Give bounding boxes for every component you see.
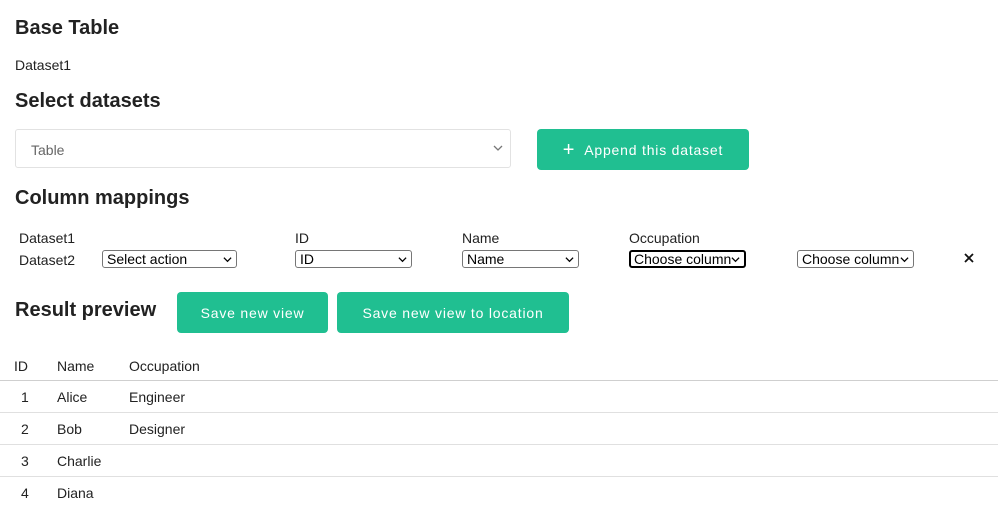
cell-name: Alice [57,389,88,405]
mapping-column-name: Name [462,230,500,246]
result-table: ID Name Occupation 1 Alice Engineer 2 Bo… [0,350,998,509]
base-dataset-name: Dataset1 [15,57,72,73]
mapping-select-extra-value: Choose column [802,251,900,267]
cell-id: 2 [21,421,29,437]
select-datasets-heading: Select datasets [15,90,161,112]
result-preview-heading: Result preview [15,299,157,321]
close-icon[interactable] [963,252,975,264]
header-id: ID [14,358,28,374]
mapping-select-name-value: Name [467,251,505,267]
chevron-down-icon [731,257,740,263]
chevron-down-icon [493,145,503,151]
append-dataset-button[interactable]: + Append this dataset [537,129,749,170]
mapping-row2-label: Dataset2 [19,252,76,268]
mapping-column-occupation: Occupation [629,230,700,246]
chevron-down-icon [223,257,232,263]
mapping-column-id: ID [295,230,309,246]
mapping-select-action[interactable]: Select action [102,250,237,268]
table-row: 1 Alice Engineer [0,381,998,413]
mapping-select-name[interactable]: Name [462,250,579,268]
header-name: Name [57,358,95,374]
dataset-dropdown-value: Table [31,142,65,158]
table-header-row: ID Name Occupation [0,350,998,381]
cell-name: Bob [57,421,82,437]
cell-id: 1 [21,389,29,405]
mapping-select-extra[interactable]: Choose column [797,250,914,268]
column-mappings-heading: Column mappings [15,187,190,209]
cell-occupation: Designer [129,421,186,437]
save-view-button[interactable]: Save new view [177,292,328,333]
chevron-down-icon [900,257,909,263]
mapping-row1-label: Dataset1 [19,230,76,246]
table-row: 2 Bob Designer [0,413,998,445]
chevron-down-icon [565,257,574,263]
mapping-select-occupation[interactable]: Choose column [629,250,746,268]
save-view-location-button[interactable]: Save new view to location [337,292,569,333]
mapping-select-id-value: ID [300,251,314,267]
plus-icon: + [562,138,576,161]
append-dataset-label: Append this dataset [584,141,724,158]
table-row: 4 Diana [0,477,998,509]
cell-name: Diana [57,485,94,501]
dataset-dropdown[interactable]: Table [15,129,511,168]
mapping-select-occupation-value: Choose column [634,251,732,267]
cell-id: 3 [21,453,29,469]
mapping-select-action-value: Select action [107,251,188,267]
mapping-select-id[interactable]: ID [295,250,412,268]
cell-id: 4 [21,485,29,501]
cell-name: Charlie [57,453,102,469]
chevron-down-icon [398,257,407,263]
header-occupation: Occupation [129,358,200,374]
cell-occupation: Engineer [129,389,186,405]
base-table-heading: Base Table [15,17,120,39]
table-row: 3 Charlie [0,445,998,477]
